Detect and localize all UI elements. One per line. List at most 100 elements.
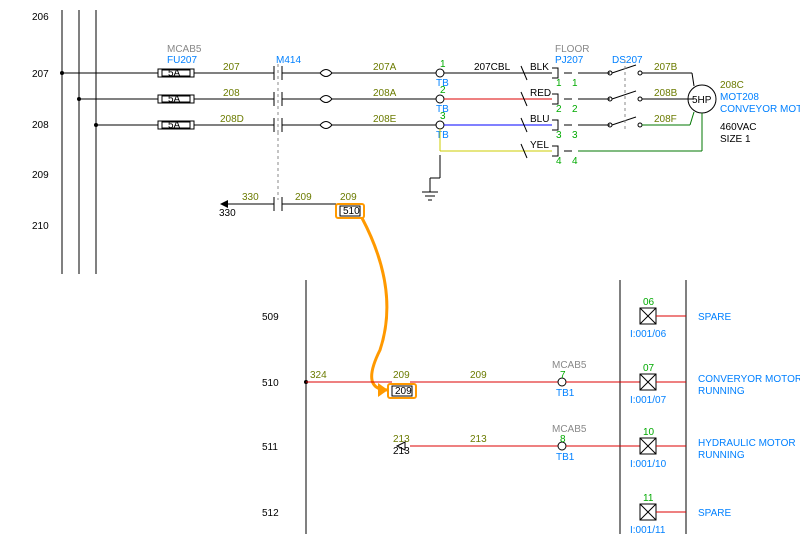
r324: 324 [310, 370, 327, 381]
ds-208c-blade [612, 117, 636, 125]
tb3: 3 [440, 111, 446, 122]
io-509-a: I:001/06 [630, 329, 667, 340]
w208f: 208F [654, 114, 677, 125]
w209-510: 209 [393, 370, 410, 381]
io-512-a: I:001/11 [630, 525, 666, 534]
conv-510: CONVERYOR MOTOR [698, 374, 800, 385]
fu207-label: FU207 [167, 55, 197, 66]
io-512-n: 11 [643, 493, 654, 504]
w208c: 208C [720, 80, 744, 91]
spare-509: SPARE [698, 312, 731, 323]
motor-size: SIZE 1 [720, 134, 751, 145]
w208b: 208B [654, 88, 678, 99]
row-209: 209 [32, 170, 49, 181]
run-511: RUNNING [698, 450, 745, 461]
motor-t3 [690, 112, 694, 125]
io-511-n: 10 [643, 427, 655, 438]
tb-208 [436, 95, 444, 103]
xref-209: 209 [395, 386, 412, 397]
tb1-511: TB1 [556, 452, 575, 463]
w208e: 208E [373, 114, 397, 125]
pj-n3b: 3 [572, 130, 578, 141]
ds-208-blade [612, 91, 636, 99]
row-512: 512 [262, 508, 279, 519]
tb-207 [436, 69, 444, 77]
arrow-330-icon [220, 200, 228, 208]
m414-label: M414 [276, 55, 301, 66]
w209b: 209 [340, 192, 357, 203]
pj-n3: 3 [556, 130, 562, 141]
ds207-label: DS207 [612, 55, 643, 66]
blk-label: BLK [530, 62, 549, 73]
xref-510: 510 [343, 206, 360, 217]
run-510: RUNNING [698, 386, 745, 397]
w208a: 208A [373, 88, 397, 99]
motor-desc: CONVEYOR MOTOR [720, 104, 800, 115]
mcab5-511: MCAB5 [552, 424, 587, 435]
w208d: 208D [220, 114, 244, 125]
io-510-n: 07 [643, 363, 655, 374]
row-511: 511 [262, 442, 278, 453]
pj-n2b: 2 [572, 104, 578, 115]
a213: 213 [393, 446, 410, 457]
red-label: RED [530, 88, 551, 99]
pj207-label: PJ207 [555, 55, 584, 66]
pj-n1: 1 [556, 78, 562, 89]
row-210: 210 [32, 221, 49, 232]
mcab5-510: MCAB5 [552, 360, 587, 371]
io-510-a: I:001/07 [630, 395, 667, 406]
tb1-510: TB1 [556, 388, 575, 399]
ol-207 [316, 70, 332, 77]
row-206: 206 [32, 12, 49, 23]
pj-n2: 2 [556, 104, 562, 115]
xref-arrow [362, 218, 388, 390]
pj-n4: 4 [556, 156, 562, 167]
ds-208b [638, 97, 642, 101]
tb2: 2 [440, 85, 446, 96]
tb-208c [436, 121, 444, 129]
l213: 213 [470, 434, 487, 445]
spare-512: SPARE [698, 508, 731, 519]
fuse-207-val: 5A [168, 68, 181, 79]
io-511-a: I:001/10 [630, 459, 667, 470]
tb1: 1 [440, 59, 446, 70]
motor-tag: MOT208 [720, 92, 759, 103]
blu-label: BLU [530, 114, 549, 125]
floor-label: FLOOR [555, 44, 589, 55]
pj-1 [552, 68, 558, 78]
row-509: 509 [262, 312, 279, 323]
w207: 207 [223, 62, 240, 73]
tblabel-3: TB [436, 130, 449, 141]
row-510: 510 [262, 378, 279, 389]
w207b: 207B [654, 62, 678, 73]
cable-label: 207CBL [474, 62, 511, 73]
t8: 8 [560, 434, 566, 445]
yel-label: YEL [530, 140, 549, 151]
fuse-208c-val: 5A [168, 120, 181, 131]
ol-208c [316, 122, 332, 129]
xref-arrowhead [378, 383, 388, 397]
w209a: 209 [295, 192, 312, 203]
pj-n1b: 1 [572, 78, 578, 89]
pj-n4b: 4 [572, 156, 578, 167]
w207a: 207A [373, 62, 397, 73]
ds-207b [638, 71, 642, 75]
row-207: 207 [32, 69, 49, 80]
w330: 330 [242, 192, 259, 203]
io-509-n: 06 [643, 297, 655, 308]
ds-207-blade [612, 65, 636, 73]
pj-3 [552, 120, 558, 130]
arrow-330-txt: 330 [219, 208, 236, 219]
w208: 208 [223, 88, 240, 99]
ds-208cb [638, 123, 642, 127]
hyd-511: HYDRAULIC MOTOR [698, 438, 796, 449]
row-208: 208 [32, 120, 49, 131]
motor-hp: 5HP [692, 95, 712, 106]
l209: 209 [470, 370, 487, 381]
pj-4 [552, 146, 558, 156]
t7: 7 [560, 370, 566, 381]
motor-t1 [692, 73, 694, 86]
mcab5-label: MCAB5 [167, 44, 202, 55]
motor-v: 460VAC [720, 122, 757, 133]
fuse-208-val: 5A [168, 94, 181, 105]
